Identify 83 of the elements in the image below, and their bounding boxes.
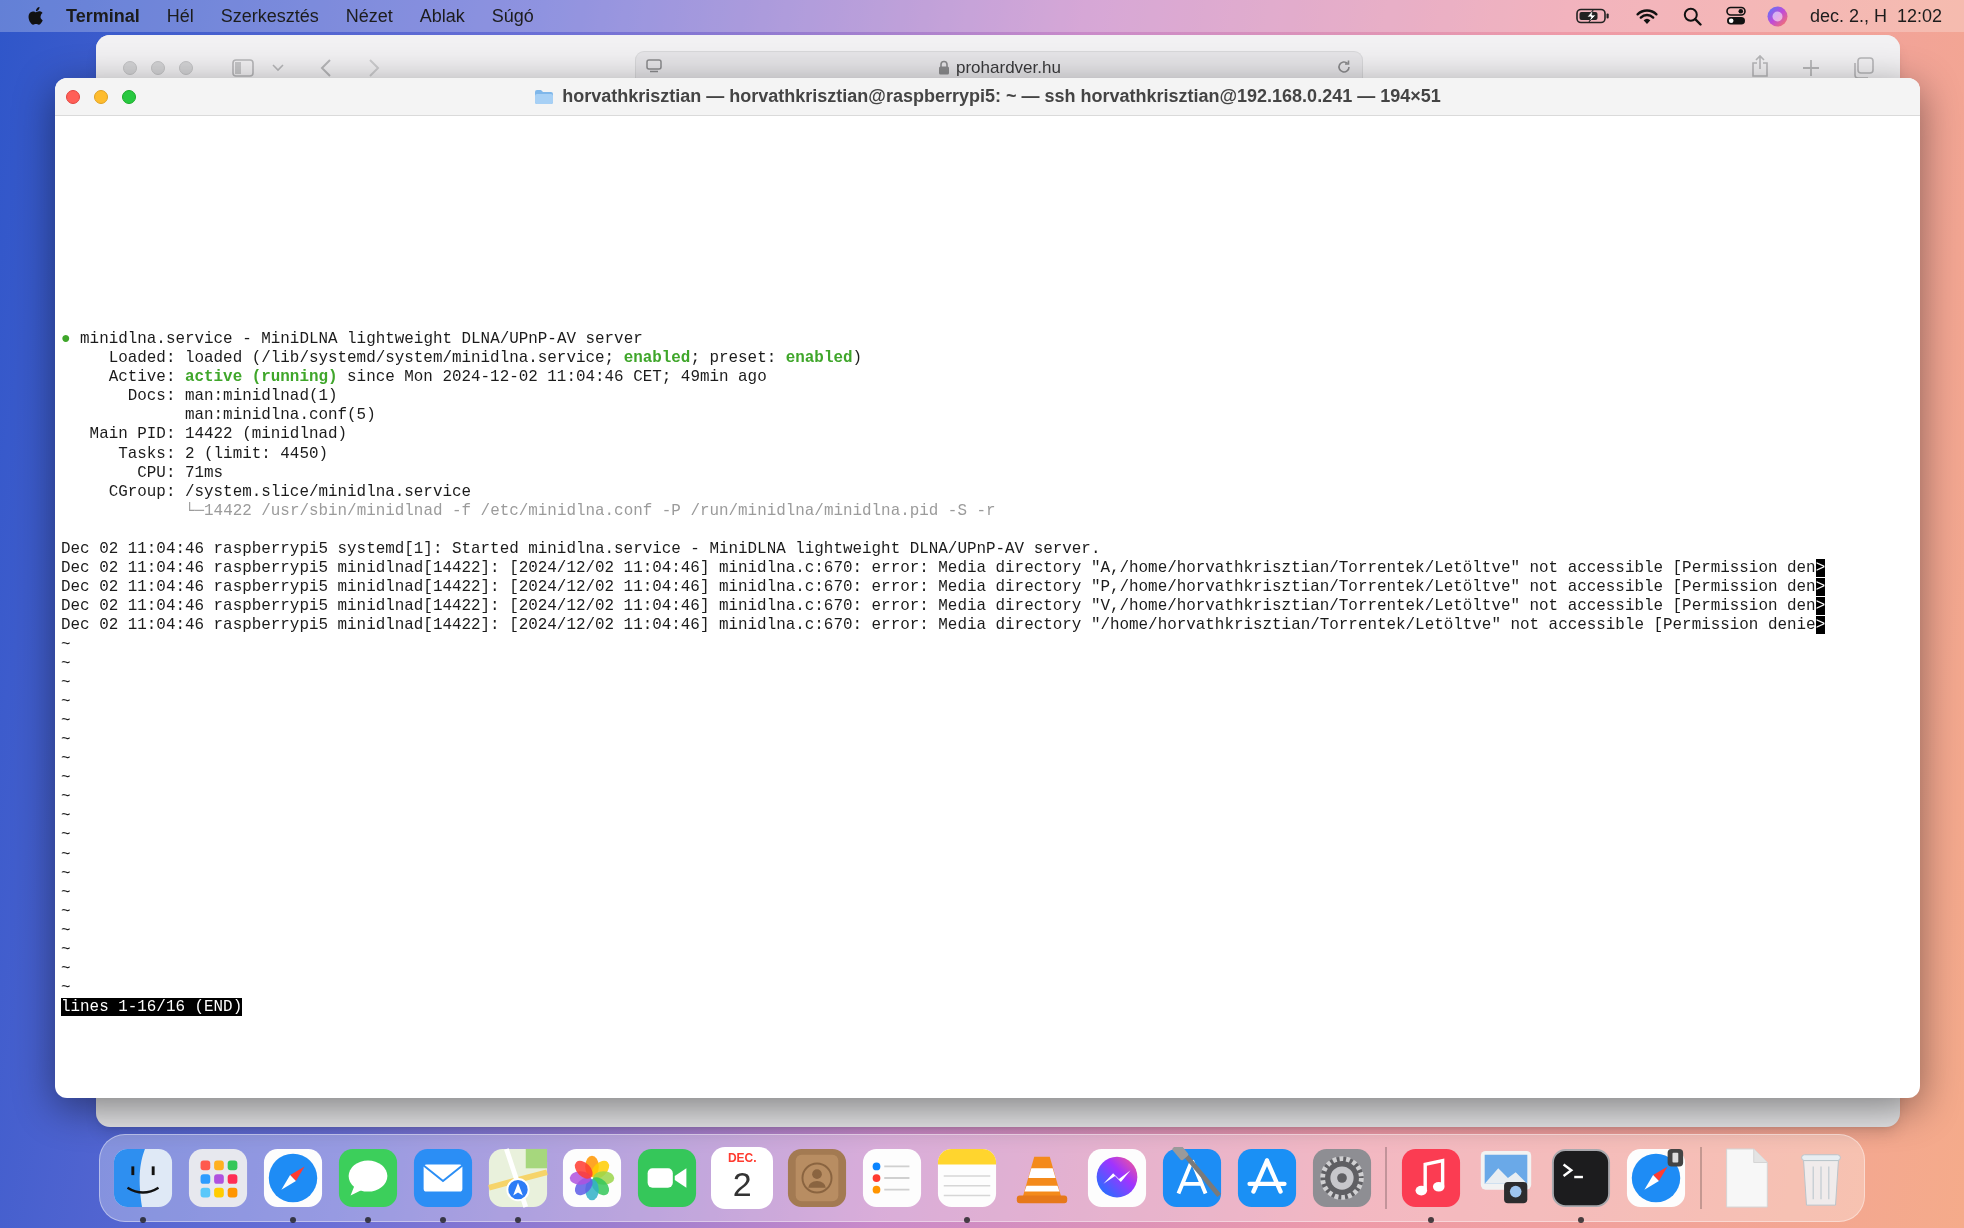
gear-icon[interactable]: [1310, 1147, 1373, 1209]
page-icon: [646, 59, 662, 73]
tilde-marker: ~: [61, 826, 71, 845]
terminal-icon[interactable]: [1550, 1147, 1613, 1209]
terminal-line: Loaded: loaded (/lib/systemd/system/minidlna.service; enabled; preset: enabled): [107, 349, 863, 368]
tilde-marker: ~: [61, 960, 71, 979]
search-icon[interactable]: [1682, 6, 1702, 26]
speech-bubble-icon[interactable]: [336, 1147, 399, 1209]
terminal-line: Dec 02 11:04:46 raspberrypi5 minidlnad[14422]: [2024/12/02 11:04:46] minidlna.c:670: error: Media directory "A,/home/horvathkrisztian/Torrentek/Letöltve" not accessible [Permission den>: [61, 559, 1826, 578]
tilde-marker: ~: [61, 769, 71, 788]
address-field[interactable]: prohardver.hu: [635, 51, 1363, 78]
tilde-marker: ~: [61, 673, 71, 692]
tilde-marker: ~: [61, 692, 71, 711]
terminal-line: Dec 02 11:04:46 raspberrypi5 minidlnad[14422]: [2024/12/02 11:04:46] minidlna.c:670: error: Media directory "V,/home/horvathkrisztian/Torrentek/Letöltve" not accessible [Permission den>: [61, 597, 1826, 616]
terminal-line: ● minidlna.service - MiniDLNA lightweight DLNA/UPnP-AV server: [61, 330, 643, 348]
minimize-button[interactable]: [94, 90, 108, 104]
flower-icon[interactable]: [561, 1147, 624, 1209]
terminal-line: Docs: man:minidlnad(1): [126, 387, 338, 406]
tilde-marker: ~: [61, 941, 71, 959]
battery-icon[interactable]: [1575, 8, 1610, 24]
tilde-marker: ~: [61, 883, 71, 902]
terminal-line: CPU: 71ms: [136, 463, 224, 482]
chevron-down-icon[interactable]: [272, 64, 284, 72]
toggles-icon[interactable]: [1725, 6, 1746, 26]
sidebar-icon[interactable]: [232, 59, 254, 77]
app-store-icon[interactable]: [1235, 1147, 1298, 1209]
menu-item[interactable]: Terminal: [66, 2, 140, 30]
close-button[interactable]: [66, 90, 80, 104]
envelope-icon[interactable]: [411, 1147, 474, 1209]
tilde-marker: ~: [61, 788, 71, 807]
pager-status: lines 1-16/16 (END): [61, 998, 243, 1017]
music-note-icon[interactable]: [1400, 1147, 1463, 1209]
terminal-line: Dec 02 11:04:46 raspberrypi5 systemd[1]: Started minidlna.service - MiniDLNA lightweight DLNA/UPnP-AV server.: [61, 540, 1101, 559]
hammer-icon[interactable]: [1160, 1147, 1223, 1209]
tilde-marker: ~: [61, 864, 71, 883]
tilde-marker: ~: [61, 845, 71, 864]
compass-icon[interactable]: [1625, 1147, 1688, 1209]
menu-item[interactable]: Hél: [166, 2, 194, 30]
zoom-button[interactable]: [122, 90, 136, 104]
tilde-marker: ~: [61, 750, 71, 769]
tilde-marker: ~: [61, 711, 71, 730]
terminal-line: Dec 02 11:04:46 raspberrypi5 minidlnad[14422]: [2024/12/02 11:04:46] minidlna.c:670: error: Media directory "P,/home/horvathkrisztian/Torrentek/Letöltve" not accessible [Permission den>: [61, 578, 1826, 597]
lock-icon: [938, 60, 950, 75]
app-grid-icon[interactable]: [186, 1147, 249, 1209]
terminal-line: Tasks: 2 (limit: 4450): [117, 444, 328, 463]
tilde-marker: ~: [61, 979, 71, 998]
terminal-line: Main PID: 14422 (minidlnad): [88, 425, 348, 444]
checklist-icon[interactable]: [861, 1147, 924, 1209]
calendar-icon[interactable]: DEC. 2: [711, 1147, 774, 1209]
menu-bar-clock[interactable]: 12:02: [1896, 2, 1942, 30]
terminal-line: └─14422 /usr/sbin/minidlnad -f /etc/minidlna.conf -P /run/minidlna/minidlna.pid -S -r: [185, 501, 996, 520]
back-icon[interactable]: [320, 58, 332, 78]
menu-item[interactable]: Nézet: [345, 2, 393, 30]
map-icon[interactable]: [486, 1147, 549, 1209]
tilde-marker: ~: [61, 654, 71, 673]
face-icon[interactable]: [112, 1147, 174, 1209]
contact-card-icon[interactable]: [786, 1147, 849, 1209]
notepad-icon[interactable]: [935, 1147, 998, 1209]
tilde-marker: ~: [61, 902, 71, 921]
terminal-line: Dec 02 11:04:46 raspberrypi5 minidlnad[14422]: [2024/12/02 11:04:46] minidlna.c:670: error: Media directory "/home/horvathkrisztian/Torrentek/Letöltve" not accessible [Permission denie>: [61, 616, 1826, 635]
forward-icon[interactable]: [368, 58, 380, 78]
orb-icon[interactable]: [1766, 5, 1788, 27]
share-icon[interactable]: [1751, 54, 1769, 78]
chat-bubble-icon[interactable]: [1085, 1147, 1148, 1209]
wifi-icon[interactable]: [1634, 7, 1659, 25]
terminal-line: Active: active (running) since Mon 2024-12-02 11:04:46 CET; 49min ago: [107, 368, 767, 387]
reload-icon[interactable]: [1336, 59, 1352, 75]
window-title: horvathkrisztian — horvathkrisztian@raspberrypi5: ~ — ssh horvathkrisztian@192.168.0.241 — 194×51: [562, 85, 1441, 108]
tilde-marker: ~: [61, 921, 71, 940]
tilde-marker: ~: [61, 635, 71, 654]
menu-item[interactable]: Szerkesztés: [220, 2, 319, 30]
video-camera-icon[interactable]: [636, 1147, 699, 1209]
folder-icon: [534, 88, 555, 105]
terminal-line: man:minidlna.conf(5): [183, 406, 376, 425]
tabs-icon[interactable]: [1852, 57, 1874, 79]
menu-bar-date[interactable]: dec. 2., H: [1809, 2, 1887, 30]
plus-icon[interactable]: [1802, 59, 1820, 77]
menu-item[interactable]: Ablak: [419, 2, 465, 30]
tilde-marker: ~: [61, 807, 71, 826]
menu-item[interactable]: Súgó: [491, 2, 534, 30]
terminal-line: CGroup: /system.slice/minidlna.service: [107, 482, 472, 501]
url-text: prohardver.hu: [956, 59, 1061, 77]
tilde-marker: ~: [61, 730, 71, 749]
